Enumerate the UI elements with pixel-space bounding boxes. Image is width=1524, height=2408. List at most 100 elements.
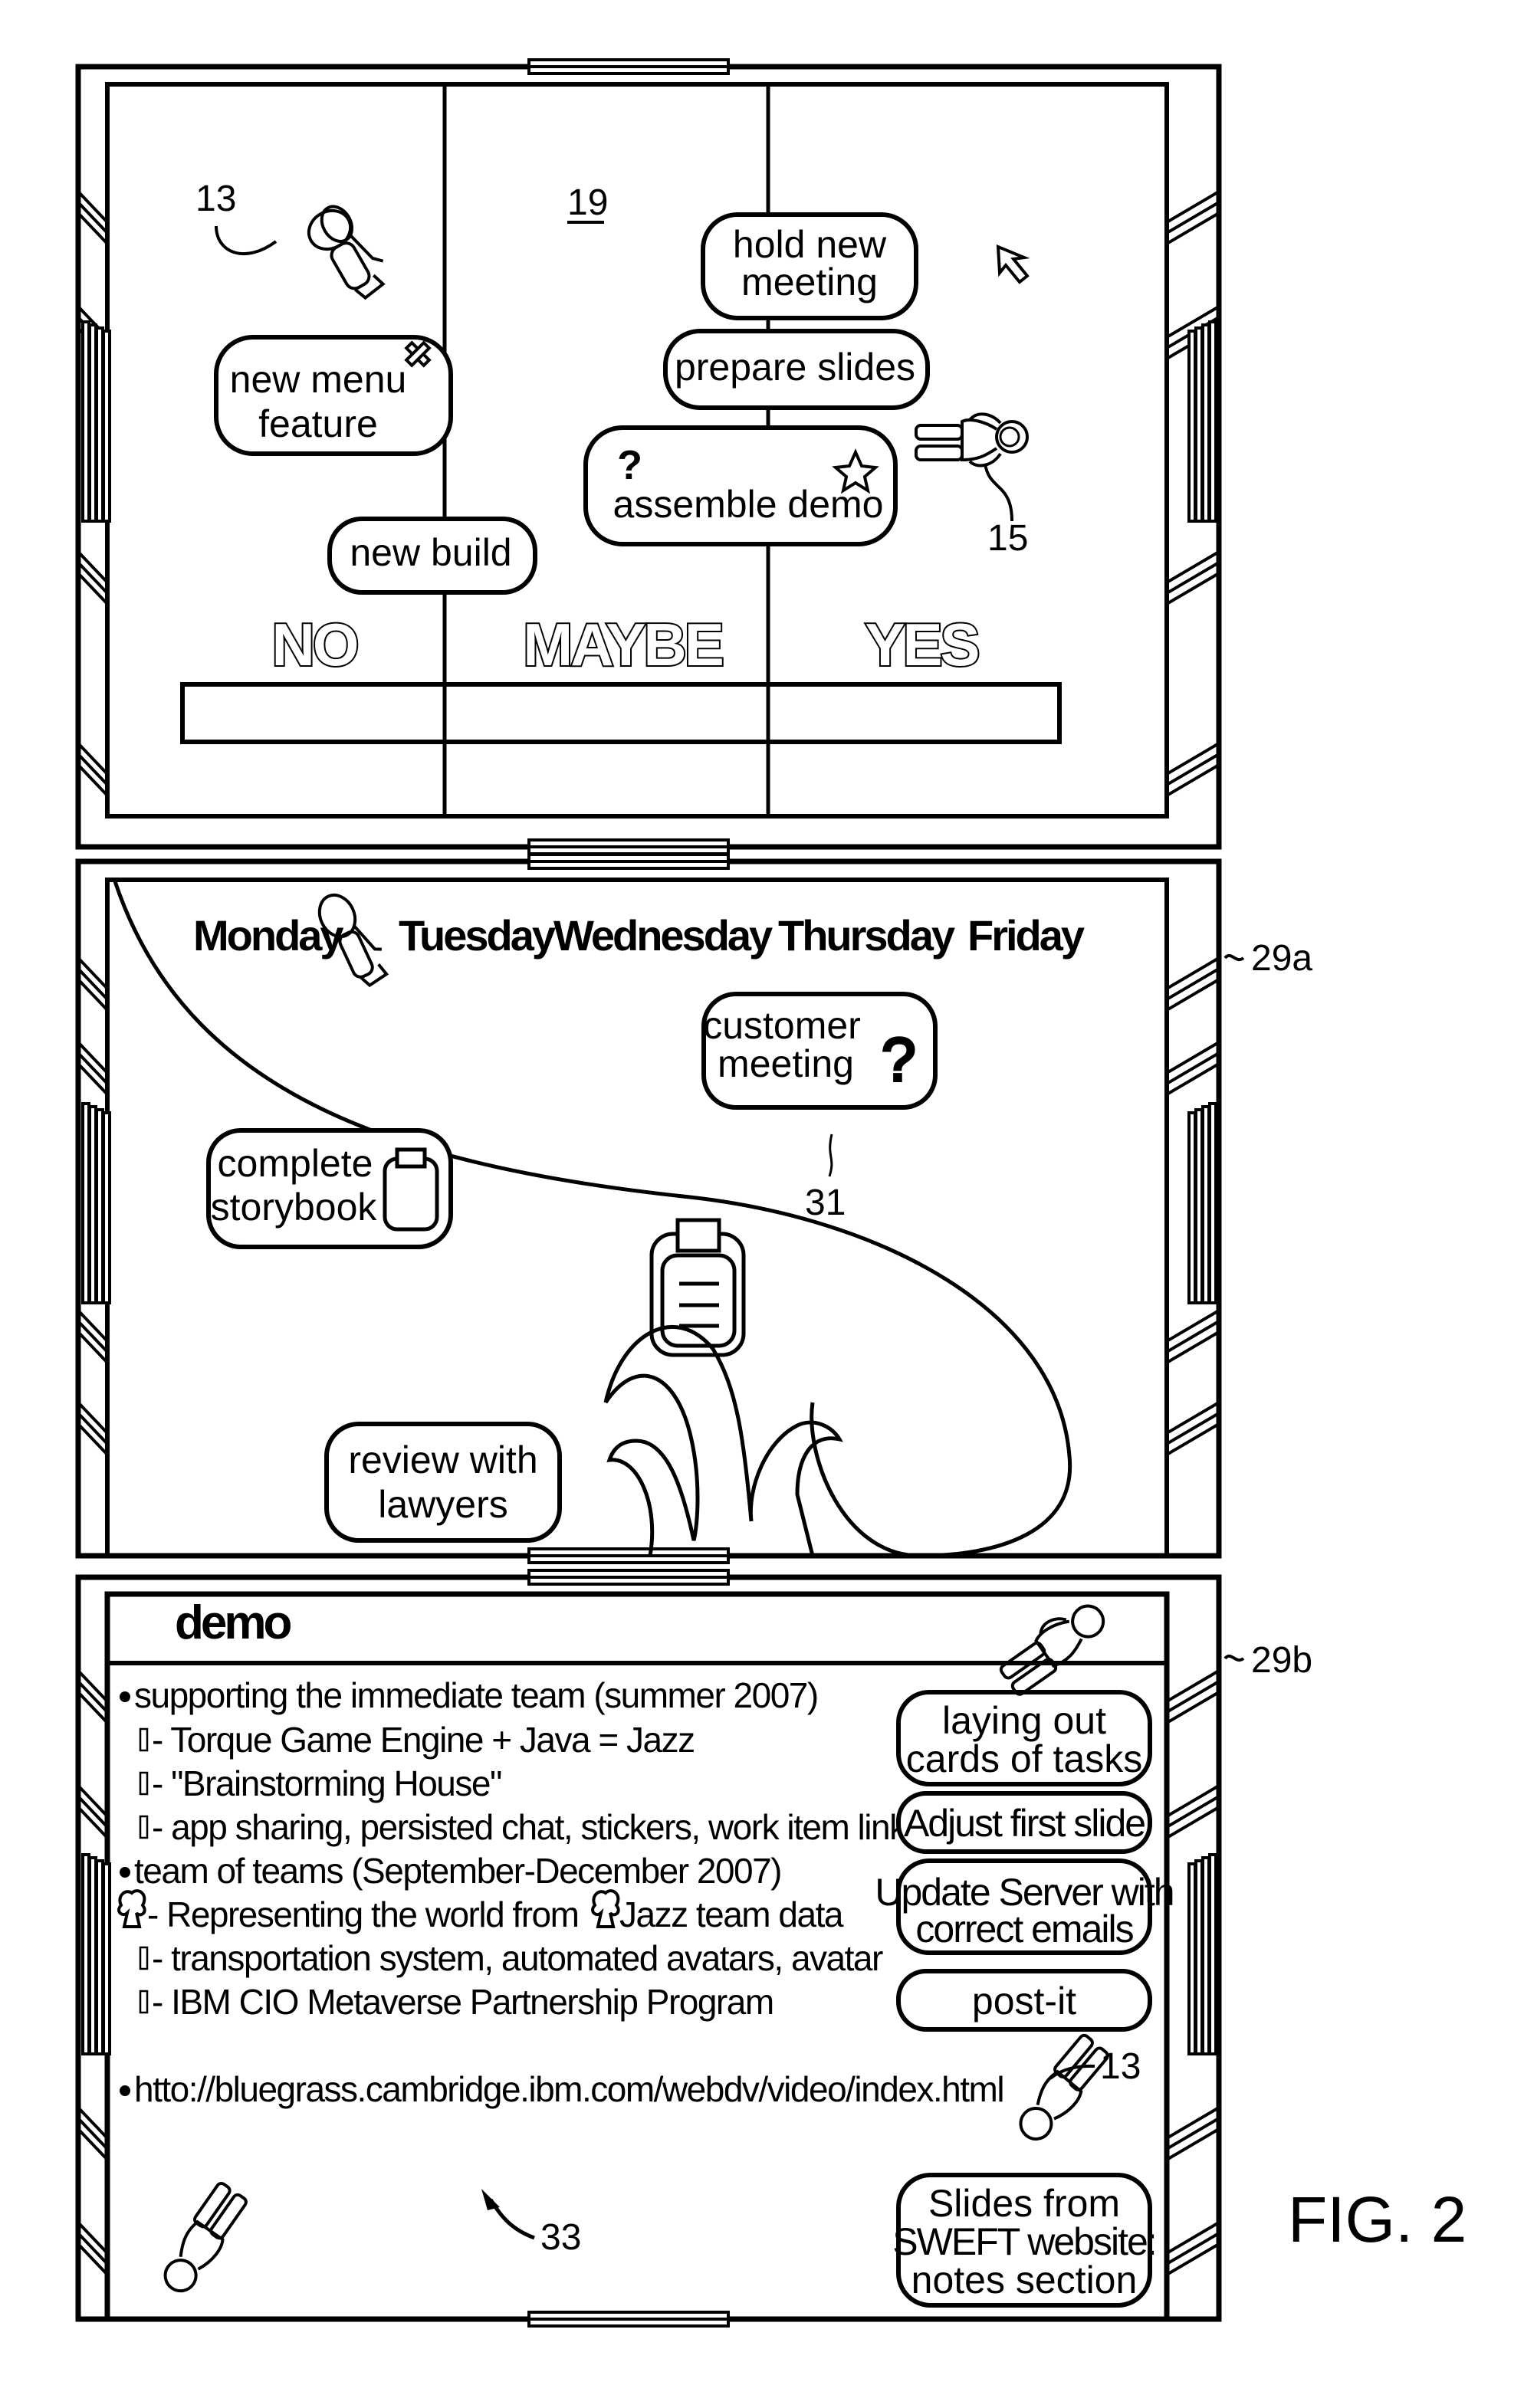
avatar-icon[interactable]: [154, 2181, 251, 2298]
wall-hatch: [1165, 1041, 1220, 1096]
bullet-text: supporting the immediate team (summer 20…: [134, 1675, 818, 1715]
day-thursday[interactable]: Thursday: [778, 911, 957, 960]
sub-bullet-text: - Torque Game Engine + Java = Jazz: [152, 1720, 695, 1760]
wall-hatch: [77, 742, 109, 797]
svg-text:cards of tasks: cards of tasks: [906, 1737, 1142, 1780]
card-slides-from-sweft[interactable]: Slides from SWEFT website: notes section: [892, 2173, 1158, 2308]
avatar-icon[interactable]: [1010, 2033, 1113, 2146]
svg-text:meeting: meeting: [741, 261, 878, 303]
bookshelf-icon: [1187, 1853, 1217, 2055]
svg-text:complete: complete: [218, 1142, 373, 1185]
avatar-icon[interactable]: [915, 412, 1029, 467]
card-new-build[interactable]: new build: [327, 517, 537, 595]
day-tuesday[interactable]: Tuesday: [399, 911, 558, 960]
card-adjust-first-slide[interactable]: Adjust first slide: [896, 1791, 1152, 1854]
card-customer-meeting[interactable]: customer meeting ?: [701, 992, 938, 1110]
sub-bullet-text: - IBM CIO Metaverse Partnership Program: [152, 1982, 773, 2022]
slide-bullet-list: supporting the immediate team (summer 20…: [117, 1675, 1005, 2109]
wall-hatch: [1165, 1309, 1220, 1364]
ref-numeral-13-bottom: 13: [1100, 2046, 1141, 2087]
wall-hatch: [77, 1309, 109, 1364]
day-friday[interactable]: Friday: [967, 911, 1087, 960]
sub-bullet-text: - transportation system, automated avata…: [152, 1938, 883, 1978]
card-new-menu-feature[interactable]: new menu feature: [214, 335, 453, 456]
svg-text:new menu: new menu: [230, 358, 407, 401]
slide-bullet-item: - Torque Game Engine + Java = Jazz: [139, 1720, 695, 1760]
card-complete-storybook[interactable]: complete storybook: [206, 1128, 453, 1249]
wall-hatch: [1165, 550, 1220, 605]
day-wednesday[interactable]: Wednesday: [553, 911, 775, 960]
wall-hatch: [1165, 956, 1220, 1012]
wall-hatch: [77, 190, 109, 245]
leader-line-13: [215, 225, 278, 255]
card-prepare-slides[interactable]: prepare slides: [663, 329, 930, 410]
svg-text:storybook: storybook: [211, 1186, 378, 1229]
wall-hatch: [1165, 2221, 1220, 2276]
avatar-icon[interactable]: [994, 1594, 1113, 1696]
ref-numeral-33: 33: [540, 2217, 581, 2258]
sub-bullet-text: - Representing the world from: [147, 1895, 578, 1934]
svg-text:new build: new build: [350, 531, 511, 574]
slide-bullet-item: - Representing the world from Jazz team d…: [117, 1889, 845, 1934]
bookshelf-icon: [81, 1853, 111, 2055]
bullet-dot: [120, 2085, 130, 2096]
leader-line-29a: [1223, 953, 1245, 961]
wall-hatch: [77, 2221, 109, 2276]
wall-hatch: [1165, 1401, 1220, 1456]
wall-hatch: [1165, 1784, 1220, 1839]
wall-hatch: [77, 1041, 109, 1096]
missing-glyph-box: [139, 1727, 149, 1752]
door-connector[interactable]: [527, 58, 730, 75]
ref-numeral-29a: 29a: [1251, 938, 1312, 979]
ref-numeral-29b: 29b: [1251, 1640, 1312, 1681]
card-post-it[interactable]: post-it: [896, 1969, 1152, 2032]
leader-line-29b: [1223, 1654, 1245, 1662]
missing-glyph-box: [139, 1771, 149, 1796]
svg-text:prepare slides: prepare slides: [675, 346, 915, 389]
sub-bullet-text: - app sharing, persisted chat, stickers,…: [152, 1807, 908, 1847]
door-connector[interactable]: [527, 838, 730, 855]
wall-hatch: [1165, 742, 1220, 797]
svg-text:SWEFT website:: SWEFT website:: [892, 2220, 1155, 2263]
svg-text:lawyers: lawyers: [378, 1483, 507, 1526]
bookshelf-icon: [1187, 320, 1217, 523]
svg-text:review with: review with: [348, 1439, 537, 1481]
door-connector[interactable]: [527, 1547, 730, 1564]
svg-text:feature: feature: [258, 402, 378, 445]
door-connector[interactable]: [527, 853, 730, 870]
column-label-yes: YES: [865, 611, 977, 678]
avatar-icon[interactable]: [301, 197, 395, 307]
wall-hatch: [77, 1401, 109, 1456]
wall-hatch: [77, 2106, 109, 2161]
cursor-arrow-icon: [996, 244, 1030, 284]
svg-text:Adjust first slide: Adjust first slide: [904, 1802, 1145, 1845]
wall-hatch: [1165, 2106, 1220, 2161]
bullet-text: team of teams (September-December 2007): [134, 1851, 781, 1891]
wall-hatch: [77, 1784, 109, 1839]
svg-text:laying out: laying out: [942, 1699, 1106, 1742]
door-connector[interactable]: [527, 2311, 730, 2328]
slide-bullet-item: - "Brainstorming House": [139, 1763, 502, 1803]
card-assemble-demo[interactable]: assemble demo ?: [583, 425, 898, 546]
card-update-server[interactable]: Update Server with correct emails: [875, 1858, 1175, 1955]
missing-glyph-box: [139, 1815, 149, 1839]
bookshelf-icon: [81, 1102, 111, 1304]
arrow-head-33: [481, 2189, 500, 2210]
slide-bullet-item: - app sharing, persisted chat, stickers,…: [139, 1807, 909, 1847]
card-hold-new-meeting[interactable]: hold new meeting: [701, 212, 918, 320]
door-connector[interactable]: [527, 1569, 730, 1586]
card-review-with-lawyers[interactable]: review with lawyers: [324, 1422, 562, 1543]
sub-bullet-text: - "Brainstorming House": [152, 1763, 501, 1803]
wall-hatch: [1165, 190, 1220, 245]
team-avatar-icon: [117, 1889, 146, 1928]
wall-hatch: [77, 550, 109, 605]
svg-text:hold new: hold new: [733, 223, 887, 266]
slide-bullet-item: team of teams (September-December 2007): [120, 1851, 783, 1891]
svg-text:notes section: notes section: [911, 2259, 1138, 2301]
ref-numeral-15: 15: [987, 518, 1028, 559]
sub-bullet-text: Jazz team data: [619, 1895, 844, 1934]
ref-numeral-13: 13: [195, 179, 236, 219]
card-laying-out-cards[interactable]: laying out cards of tasks: [896, 1690, 1152, 1786]
bullet-text[interactable]: htto://bluegrass.cambridge.ibm.com/webdv…: [134, 2069, 1005, 2109]
drop-bar[interactable]: [180, 682, 1062, 744]
